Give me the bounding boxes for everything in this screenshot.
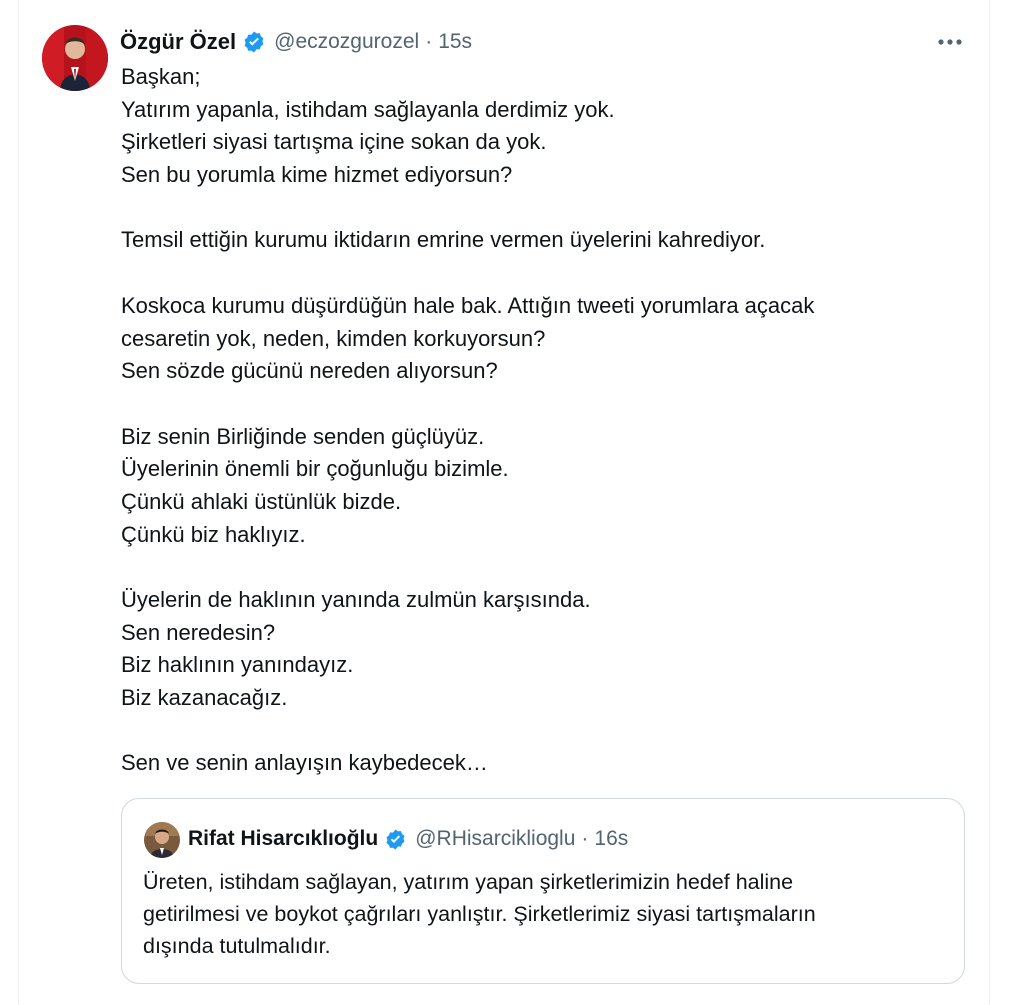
quoted-author-avatar[interactable] bbox=[144, 822, 180, 858]
tweet-text-line: Sen sözde gücünü nereden alıyorsun? bbox=[121, 358, 498, 384]
tweet-text-line: Sen neredesin? bbox=[121, 619, 276, 645]
quoted-text-line: Üreten, istihdam sağlayan, yatırım yapan… bbox=[143, 870, 794, 894]
tweet-text-line: Biz kazanacağız. bbox=[121, 685, 288, 711]
tweet-text-blank bbox=[121, 551, 971, 584]
tweet-timestamp[interactable]: 15s bbox=[438, 30, 472, 54]
tweet-text: Başkan; Yatırım yapanla, istihdam sağlay… bbox=[121, 61, 971, 780]
verified-badge-icon bbox=[384, 828, 407, 851]
tweet-text-line: Çünkü biz haklıyız. bbox=[121, 521, 306, 547]
tweet-text-line: Yatırım yapanla, istihdam sağlayanla der… bbox=[121, 96, 615, 122]
quoted-author-name[interactable]: Rifat Hisarcıklıoğlu bbox=[188, 827, 378, 851]
tweet-text-line: cesaretin yok, neden, kimden korkuyorsun… bbox=[121, 325, 546, 351]
screenshot-frame: Özgür Özel @eczozgurozel · 15s Başkan; Y… bbox=[0, 0, 1024, 1005]
separator-dot: · bbox=[425, 30, 433, 53]
tweet-text-line: Üyelerinin önemli bir çoğunluğu bizimle. bbox=[121, 456, 509, 482]
quoted-tweet-header: Rifat Hisarcıklıoğlu @RHisarciklioglu · … bbox=[188, 823, 628, 855]
tweet-text-blank bbox=[121, 388, 971, 421]
tweet-text-line: Temsil ettiğin kurumu iktidarın emrine v… bbox=[121, 227, 766, 253]
tweet-text-line: Koskoca kurumu düşürdüğün hale bak. Attı… bbox=[121, 292, 815, 318]
author-avatar[interactable] bbox=[42, 25, 108, 91]
quoted-tweet-timestamp[interactable]: 16s bbox=[594, 827, 628, 851]
tweet-text-line: Başkan; bbox=[121, 64, 201, 89]
quoted-tweet-card[interactable]: Rifat Hisarcıklıoğlu @RHisarciklioglu · … bbox=[121, 798, 965, 984]
tweet-text-line: Biz senin Birliğinde senden güçlüyüz. bbox=[121, 423, 485, 449]
verified-badge-icon bbox=[242, 30, 266, 54]
more-horizontal-icon[interactable] bbox=[932, 30, 968, 54]
tweet-text-line: Üyelerin de haklının yanında zulmün karş… bbox=[121, 587, 591, 612]
quoted-text-line: getirilmesi ve boykot çağrıları yanlıştı… bbox=[143, 902, 816, 926]
tweet-text-line: Çünkü ahlaki üstünlük bizde. bbox=[121, 488, 402, 514]
tweet-text-line: Biz haklının yanındayız. bbox=[121, 652, 354, 678]
quoted-text-line: dışında tutulmalıdır. bbox=[143, 934, 331, 958]
quoted-tweet-text: Üreten, istihdam sağlayan, yatırım yapan… bbox=[143, 866, 943, 962]
author-name[interactable]: Özgür Özel bbox=[120, 29, 236, 55]
quoted-author-handle[interactable]: @RHisarciklioglu bbox=[415, 827, 575, 851]
author-handle[interactable]: @eczozgurozel bbox=[274, 30, 419, 54]
tweet-text-blank bbox=[121, 257, 971, 290]
tweet-header: Özgür Özel @eczozgurozel · 15s bbox=[120, 26, 472, 58]
author-avatar-image bbox=[42, 25, 108, 91]
tweet-text-blank bbox=[121, 715, 971, 748]
tweet-text-line: Sen ve senin anlayışın kaybedecek… bbox=[121, 750, 488, 776]
separator-dot: · bbox=[581, 827, 589, 850]
quoted-avatar-image bbox=[144, 822, 180, 858]
tweet-text-line: Sen bu yorumla kime hizmet ediyorsun? bbox=[121, 162, 513, 188]
tweet-text-blank bbox=[121, 192, 971, 225]
tweet-text-line: Şirketleri siyasi tartışma içine sokan d… bbox=[121, 129, 547, 155]
